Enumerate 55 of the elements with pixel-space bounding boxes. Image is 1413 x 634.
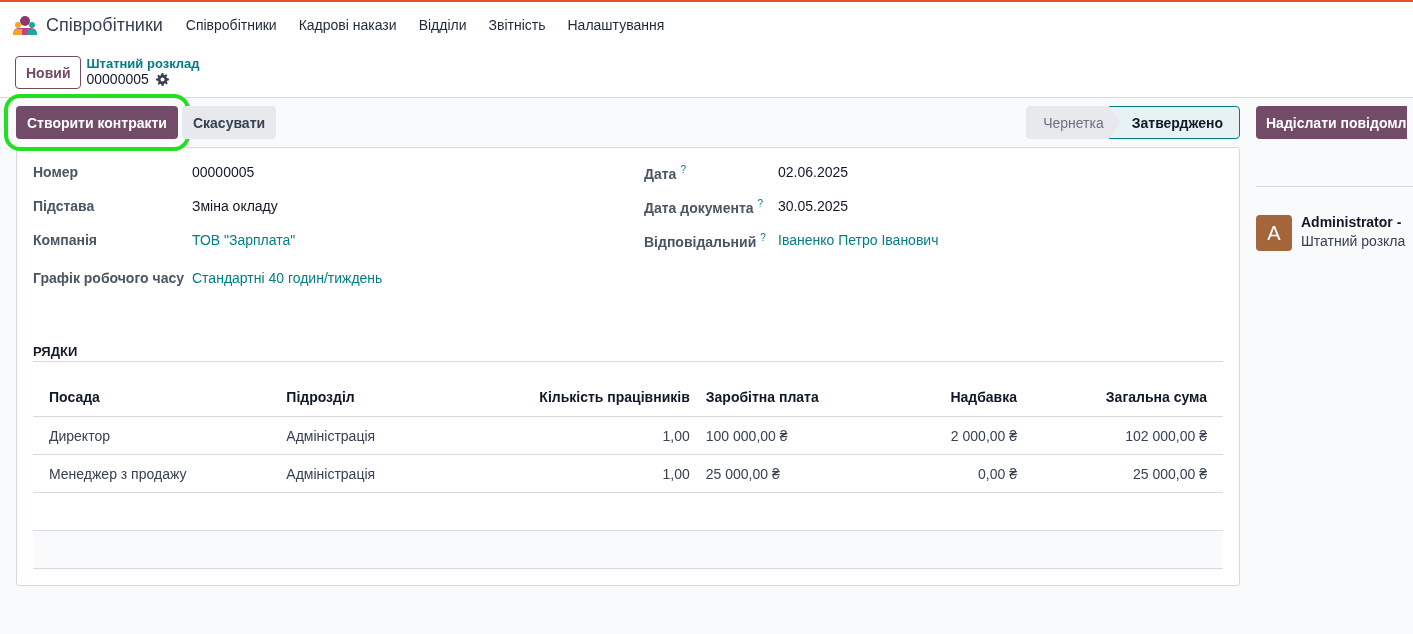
- table-cell: Адміністрація: [270, 454, 433, 493]
- new-button[interactable]: Новий: [15, 56, 82, 89]
- help-icon[interactable]: ?: [760, 232, 766, 243]
- section-title: РЯДКИ: [33, 344, 1223, 362]
- field-link[interactable]: Іваненко Петро Іванович: [778, 232, 1223, 248]
- app-logo-icon[interactable]: [12, 15, 38, 35]
- column-header[interactable]: Посада: [33, 378, 271, 417]
- app-name[interactable]: Співробітники: [46, 14, 163, 36]
- menu-item[interactable]: Звітність: [477, 17, 557, 33]
- menu-item[interactable]: Налаштування: [556, 17, 676, 33]
- message-text: Штатний розкла: [1301, 233, 1406, 249]
- avatar: A: [1256, 215, 1292, 251]
- field-link[interactable]: ТОВ "Зарплата": [192, 232, 612, 248]
- table-cell: Менеджер з продажу: [33, 454, 271, 493]
- field-label: Дата: [644, 165, 677, 182]
- field-label: Підстава: [33, 198, 96, 214]
- field-value: 02.06.2025: [778, 164, 850, 180]
- column-header[interactable]: Підрозділ: [270, 378, 433, 417]
- field-value: Зміна окладу: [192, 198, 279, 214]
- column-header[interactable]: Кількість працівників: [432, 378, 690, 417]
- field-value: 00000005: [192, 164, 256, 180]
- table-cell: 1,00: [432, 454, 690, 493]
- column-header[interactable]: Надбавка: [889, 378, 1017, 417]
- status-step[interactable]: Затверджено: [1108, 106, 1240, 139]
- field-link[interactable]: Стандартні 40 годин/тиждень: [192, 270, 612, 286]
- menu-item[interactable]: Відділи: [407, 17, 478, 33]
- field-label: Номер: [33, 164, 80, 180]
- field-value: 30.05.2025: [778, 198, 850, 214]
- menu-item[interactable]: Співробітники: [174, 17, 288, 33]
- column-header[interactable]: Загальна сума: [1017, 378, 1223, 417]
- table-cell: Директор: [33, 416, 271, 455]
- table-cell: 1,00: [432, 416, 690, 455]
- help-icon[interactable]: ?: [757, 198, 764, 209]
- create-contracts-button[interactable]: Створити контракти: [16, 106, 178, 139]
- table-cell: 100 000,00 ₴: [689, 416, 890, 455]
- cancel-button[interactable]: Скасувати: [181, 106, 277, 139]
- table-cell: 0,00 ₴: [889, 454, 1017, 493]
- table-cell: 102 000,00 ₴: [1017, 416, 1223, 455]
- field-label: Відповідальний: [644, 233, 757, 250]
- table-cell: Адміністрація: [270, 416, 433, 455]
- help-icon[interactable]: ?: [680, 164, 686, 175]
- table-cell: 2 000,00 ₴: [889, 416, 1017, 455]
- column-header[interactable]: Заробітна плата: [689, 378, 890, 417]
- menu-item[interactable]: Кадрові накази: [287, 17, 408, 33]
- send-message-button[interactable]: Надіслати повідомл: [1256, 106, 1407, 139]
- field-label: Компанія: [33, 232, 99, 248]
- table-cell: 25 000,00 ₴: [1017, 454, 1223, 493]
- settings-icon[interactable]: [155, 72, 169, 86]
- table-cell: 25 000,00 ₴: [689, 454, 890, 493]
- breadcrumb-link[interactable]: Штатний розклад: [86, 56, 200, 71]
- record-name: 00000005: [86, 71, 149, 87]
- field-label: Дата документа: [644, 199, 754, 216]
- message-author: Administrator -: [1301, 214, 1403, 230]
- status-step[interactable]: Чернетка: [1026, 106, 1121, 139]
- field-label: Графік робочого часу: [33, 270, 185, 286]
